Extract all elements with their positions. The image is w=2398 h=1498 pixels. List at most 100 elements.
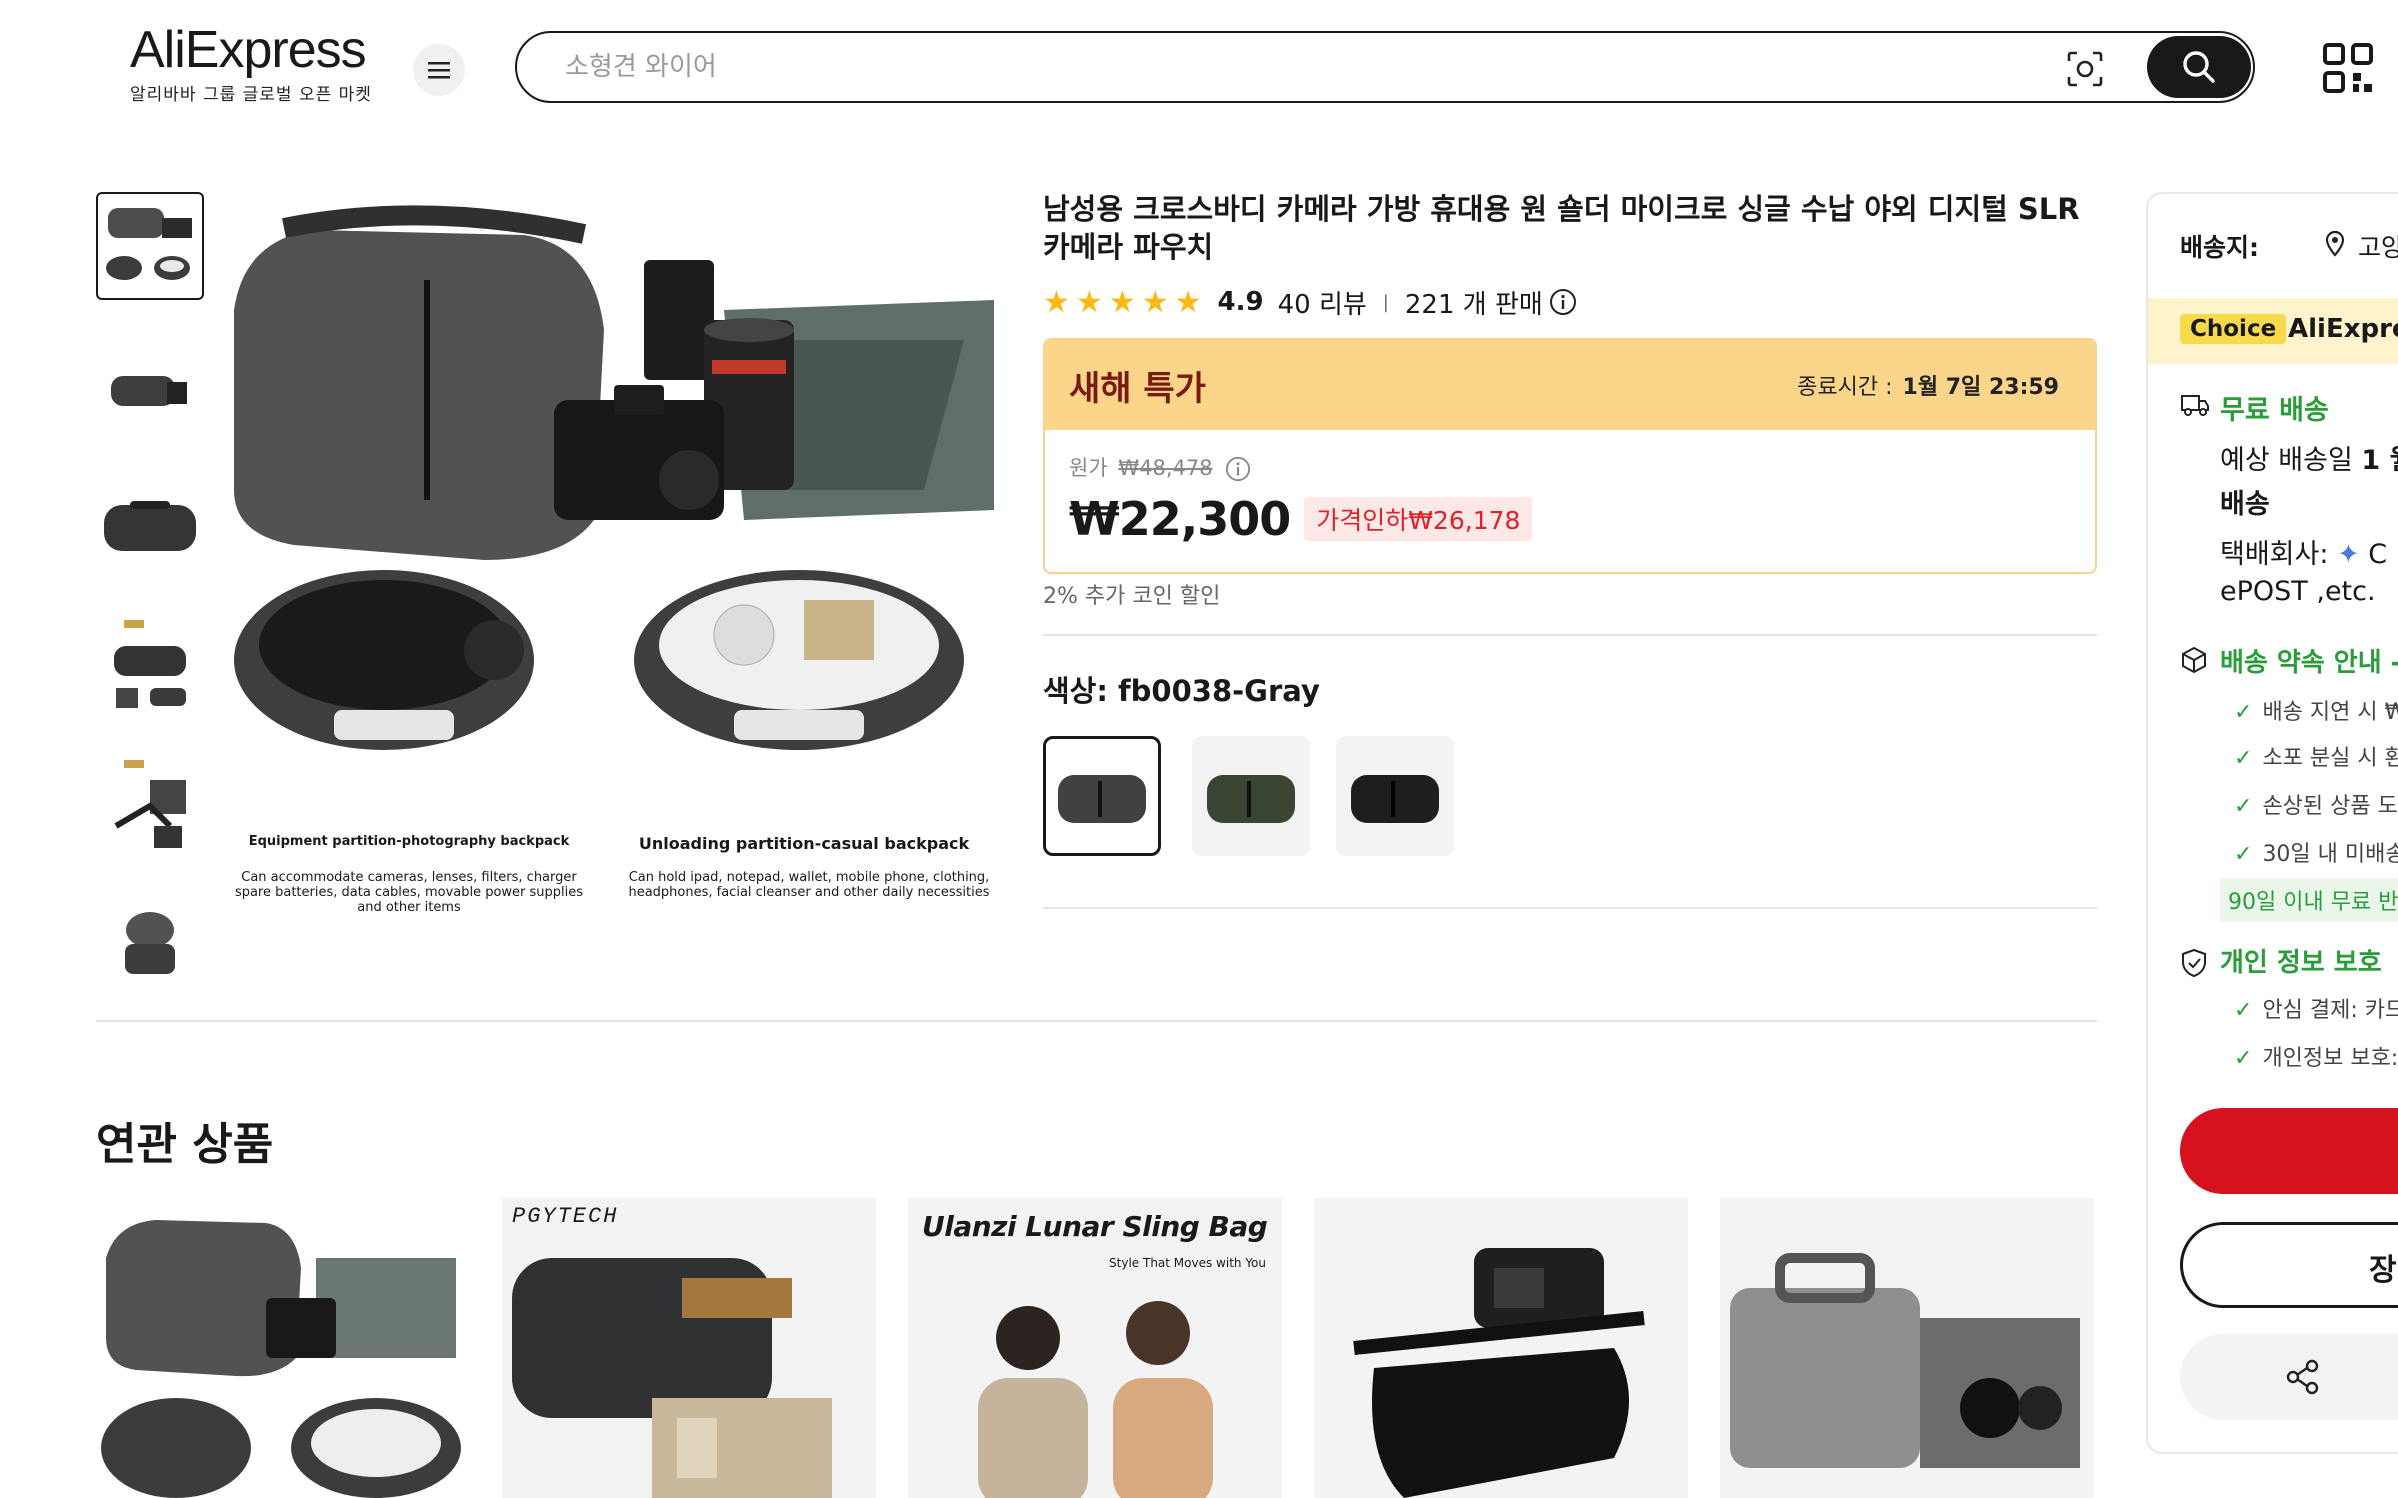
- logo-subtitle: 알리바바 그룹 글로벌 오픈 마켓: [130, 85, 372, 105]
- rating-row: ★ ★ ★ ★ ★ 4.9 40 리뷰 | 221 개 판매: [1043, 284, 1577, 320]
- check-icon: ✓: [2234, 1046, 2253, 1071]
- gallery-thumb[interactable]: [96, 886, 204, 994]
- box-icon: [2182, 646, 2206, 674]
- promise-item: ✓ 30일 내 미배송: [2234, 836, 2398, 868]
- camera-bag-illustration-icon: [234, 205, 994, 750]
- card-brand: PGYTECH: [512, 1204, 619, 1229]
- search-bar: [515, 31, 2255, 103]
- privacy-text: 안심 결제: 카드: [2262, 998, 2398, 1023]
- color-option-gray[interactable]: [1043, 736, 1161, 856]
- info-icon[interactable]: [1549, 288, 1577, 316]
- related-product-card[interactable]: PGYTECH: [502, 1198, 876, 1498]
- buy-now-button[interactable]: [2180, 1108, 2398, 1194]
- card-brand: Ulanzi Lunar Sling Bag: [922, 1210, 1268, 1243]
- main-product-image[interactable]: Equipment partition-photography backpack…: [224, 190, 1004, 930]
- bag-image-icon: [1058, 775, 1146, 823]
- bag-image-icon: [125, 912, 175, 974]
- eta-line: 예상 배송일 1 월: [2220, 438, 2398, 477]
- aliexpress-logo[interactable]: AliExpress 알리바바 그룹 글로벌 오픈 마켓: [130, 22, 380, 105]
- price-drop-badge: 가격인하₩26,178: [1304, 497, 1533, 541]
- related-product-card[interactable]: [96, 1198, 470, 1498]
- sold-count: 221 개 판매: [1404, 289, 1543, 320]
- truck-icon: [2181, 395, 2209, 416]
- gallery-thumb[interactable]: [96, 610, 204, 718]
- related-product-card[interactable]: [1314, 1198, 1688, 1498]
- bag-image-icon: [1353, 1248, 1645, 1498]
- bag-image-icon: [512, 1258, 832, 1498]
- info-icon[interactable]: [1225, 456, 1251, 482]
- bag-image-icon: [114, 620, 186, 708]
- courier-label: 택배회사:: [2220, 539, 2329, 570]
- courier-name: C: [2368, 539, 2388, 570]
- color-option-black[interactable]: [1336, 736, 1454, 856]
- purchase-panel: 배송지: 고양 Choice AliExpre 무료 배송 예상 배송일 1 월…: [2146, 192, 2398, 1454]
- search-icon: [2183, 51, 2215, 83]
- color-option-green[interactable]: [1192, 736, 1310, 856]
- related-products-title: 연관 상품: [96, 1119, 274, 1170]
- menu-button[interactable]: [413, 44, 465, 96]
- check-icon: ✓: [2234, 842, 2253, 867]
- sale-price: ₩22,300: [1069, 492, 1291, 546]
- bag-image-icon: [111, 376, 187, 406]
- return-badge: 90일 이내 무료 반: [2220, 878, 2398, 922]
- related-product-card[interactable]: [1720, 1198, 2094, 1498]
- caption-right-body: Can hold ipad, notepad, wallet, mobile p…: [628, 870, 990, 900]
- eta-text: 예상 배송일: [2220, 445, 2353, 476]
- ship-to-location[interactable]: 고양: [2358, 228, 2398, 264]
- courier-list: ePOST ,etc.: [2220, 576, 2376, 607]
- end-time: 1월 7일 23:59: [1902, 375, 2059, 400]
- logo-wordmark: AliExpress: [130, 21, 367, 79]
- delivery-promise-link[interactable]: 배송 약속 안내 -: [2220, 642, 2398, 679]
- bag-image-icon: [104, 501, 196, 551]
- deal-box: 새해 특가 종료시간 : 1월 7일 23:59 원가 ₩48,478 ₩22,3…: [1043, 338, 2097, 574]
- check-icon: ✓: [2234, 700, 2253, 725]
- shield-icon: [2182, 948, 2206, 978]
- caption-left-body: Can accommodate cameras, lenses, filters…: [234, 870, 584, 915]
- add-to-cart-label: 장: [2369, 1253, 2397, 1288]
- search-input[interactable]: [565, 47, 1965, 87]
- star-icon: ★: [1174, 284, 1202, 320]
- share-button[interactable]: [2180, 1334, 2398, 1420]
- price-row: ₩22,300 가격인하₩26,178: [1069, 492, 2071, 546]
- bag-image-icon: [106, 208, 192, 280]
- review-count-link[interactable]: 40 리뷰: [1278, 284, 1367, 321]
- gallery-thumb[interactable]: [96, 472, 204, 580]
- add-to-cart-button[interactable]: 장: [2180, 1222, 2398, 1308]
- location-pin-icon: [2325, 230, 2345, 257]
- price-area: 원가 ₩48,478 ₩22,300 가격인하₩26,178: [1045, 430, 2095, 568]
- promise-text: 손상된 상품 도: [2262, 794, 2398, 819]
- bag-image-icon: [1730, 1253, 2080, 1468]
- divider: [1043, 907, 2097, 909]
- original-price-label: 원가: [1069, 456, 1108, 480]
- deal-label: 새해 특가: [1069, 368, 1206, 409]
- search-button[interactable]: [2147, 36, 2251, 98]
- gallery-thumb[interactable]: [96, 192, 204, 300]
- caption-left-title: Equipment partition-photography backpack: [248, 834, 570, 849]
- choice-brand: AliExpre: [2288, 314, 2398, 344]
- courier-logo-icon: ✦: [2337, 539, 2360, 570]
- hamburger-icon: [428, 62, 450, 79]
- check-icon: ✓: [2234, 998, 2253, 1023]
- promise-text: 소포 분실 시 환: [2262, 746, 2398, 771]
- star-icon: ★: [1141, 284, 1169, 320]
- promise-item: ✓ 손상된 상품 도: [2234, 788, 2398, 820]
- card-tagline: Style That Moves with You: [1109, 1256, 1266, 1270]
- gallery-thumb[interactable]: [96, 336, 204, 444]
- privacy-text: 개인정보 보호:: [2262, 1046, 2398, 1071]
- coin-discount: 2% 추가 코인 할인: [1043, 584, 1221, 609]
- image-search-icon[interactable]: [2065, 49, 2105, 89]
- star-icon: ★: [1043, 284, 1070, 320]
- free-shipping-label: 무료 배송: [2220, 395, 2329, 426]
- caption-right-title: Unloading partition-casual backpack: [638, 834, 970, 853]
- privacy-item: ✓ 개인정보 보호:: [2234, 1040, 2398, 1072]
- qr-code-icon[interactable]: [2322, 42, 2374, 94]
- divider: |: [1382, 291, 1389, 313]
- promise-item: ✓ 배송 지연 시 ₩: [2234, 694, 2398, 726]
- privacy-label[interactable]: 개인 정보 보호: [2220, 942, 2382, 979]
- divider: [96, 1020, 2097, 1022]
- related-product-card[interactable]: Ulanzi Lunar Sling Bag Style That Moves …: [908, 1198, 1282, 1498]
- promise-text: 30일 내 미배송: [2262, 842, 2398, 867]
- original-price-row: 원가 ₩48,478: [1069, 452, 2071, 482]
- eta-suffix: 배송: [2220, 489, 2270, 520]
- gallery-thumb[interactable]: [96, 750, 204, 858]
